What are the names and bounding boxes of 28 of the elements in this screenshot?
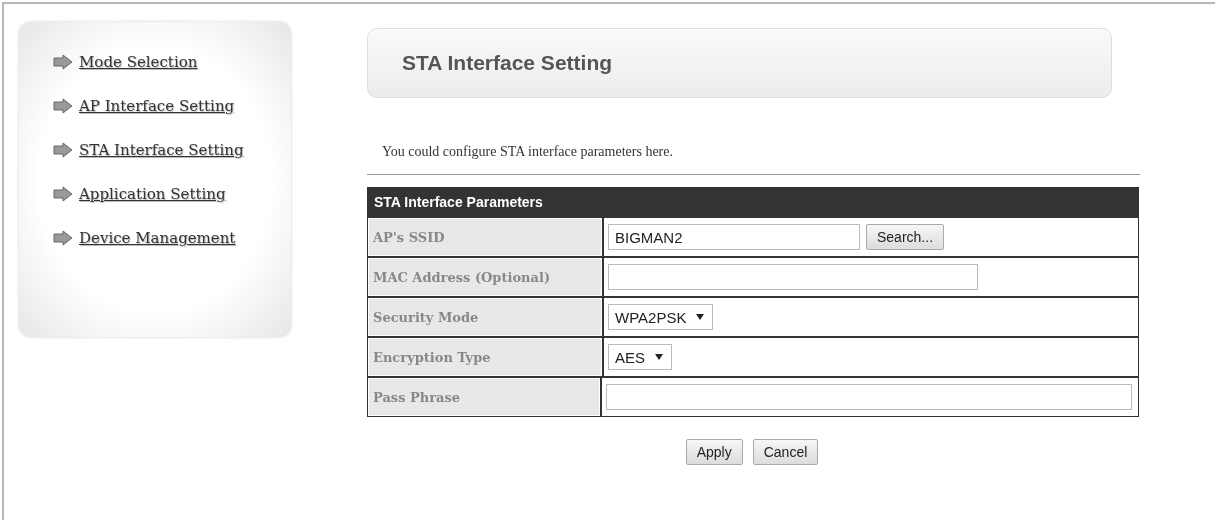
arrow-icon <box>53 186 73 202</box>
nav-link[interactable]: STA Interface Setting <box>79 141 244 159</box>
field-label: MAC Address (Optional) <box>368 258 602 296</box>
text-field[interactable] <box>608 264 978 290</box>
caret-icon <box>696 314 705 320</box>
table-heading: STA Interface Parameters <box>373 193 544 212</box>
form-button[interactable]: Cancel <box>752 439 819 465</box>
password-field[interactable] <box>606 384 1132 410</box>
arrow-icon <box>53 98 73 114</box>
field-label: Security Mode <box>368 298 602 336</box>
field-label: Pass Phrase <box>368 378 600 416</box>
arrow-icon <box>53 54 73 70</box>
field-label: Encryption Type <box>368 338 602 376</box>
caret-icon <box>655 354 663 360</box>
nav-link[interactable]: Mode Selection <box>79 53 198 71</box>
dropdown[interactable]: AES <box>608 344 672 370</box>
description: You could configure STA interface parameters here. <box>382 144 674 160</box>
dropdown[interactable]: WPA2PSK <box>608 304 714 330</box>
search-button[interactable]: Search... <box>866 224 945 250</box>
field-label: AP's SSID <box>368 218 602 256</box>
nav-link[interactable]: Device Management <box>79 229 236 247</box>
arrow-icon <box>53 230 73 246</box>
text-field[interactable]: BIGMAN2 <box>608 224 860 250</box>
page-title: STA Interface Setting <box>402 51 613 75</box>
nav-link[interactable]: Application Setting <box>79 185 226 203</box>
form-button[interactable]: Apply <box>685 439 743 465</box>
arrow-icon <box>53 142 73 158</box>
nav-link[interactable]: AP Interface Setting <box>79 97 235 115</box>
